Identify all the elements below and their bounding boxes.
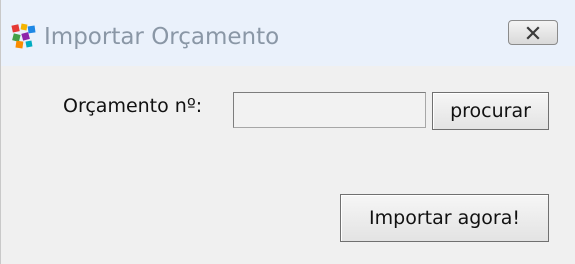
close-icon	[526, 25, 540, 40]
title-bar: Importar Orçamento	[1, 0, 575, 66]
import-now-button[interactable]: Importar agora!	[340, 194, 549, 242]
budget-number-label: Orçamento nº:	[63, 95, 203, 117]
import-budget-dialog: Importar Orçamento Orçamento nº: procura…	[0, 0, 575, 264]
app-icon	[11, 23, 36, 49]
search-button[interactable]: procurar	[432, 92, 549, 130]
close-button[interactable]	[508, 20, 558, 45]
budget-number-input[interactable]	[233, 92, 426, 128]
window-title: Importar Orçamento	[44, 24, 280, 50]
